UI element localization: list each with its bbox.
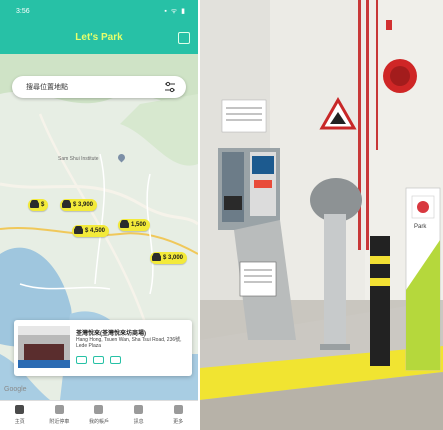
carpark-name: 荃灣悅來(荃灣悅來坊商場) xyxy=(76,331,146,337)
car-icon xyxy=(30,200,39,208)
app-title: Let's Park xyxy=(75,32,123,43)
tab-account[interactable]: 我的帳戶 xyxy=(79,401,119,430)
parking-marker[interactable]: 1,500 xyxy=(118,219,151,231)
car-icon xyxy=(120,220,129,228)
tab-more[interactable]: 更多 xyxy=(158,401,198,430)
more-icon xyxy=(173,405,183,414)
status-time: 3:56 xyxy=(16,8,30,15)
marker-price: $ 4,500 xyxy=(85,228,106,234)
user-icon xyxy=(94,405,104,414)
home-icon xyxy=(15,405,25,414)
car-icon xyxy=(152,253,161,261)
marker-price: $ 3,900 xyxy=(73,202,94,208)
marker-price: 1,500 xyxy=(131,222,147,228)
phone-screenshot: 3:56 ▪ ᯤ ▮ Let's Park 搜尋位置地點 Sam Shui In… xyxy=(0,0,198,430)
parking-marker[interactable]: $ xyxy=(28,199,49,211)
filter-icon[interactable] xyxy=(164,81,176,93)
map-poi-label: Sam Shui Institute xyxy=(58,156,99,162)
status-icons: ▪ ᯤ ▮ xyxy=(164,8,186,15)
bottom-nav: 主頁 附近停車 我的帳戶 訊息 更多 xyxy=(0,400,198,430)
kiosk-brand: Park xyxy=(414,224,427,230)
car-icon xyxy=(76,356,87,364)
status-bar: 3:56 ▪ ᯤ ▮ xyxy=(0,0,198,24)
tab-home[interactable]: 主頁 xyxy=(0,401,40,430)
carpark-photo xyxy=(18,326,70,368)
car-icon xyxy=(93,356,104,364)
google-logo: Google xyxy=(4,386,27,393)
search-placeholder: 搜尋位置地點 xyxy=(26,84,68,91)
tab-messages[interactable]: 訊息 xyxy=(119,401,159,430)
mail-icon xyxy=(134,405,144,414)
car-icon xyxy=(74,226,83,234)
list-view-icon[interactable] xyxy=(178,32,190,44)
carpark-photo-scene: Park xyxy=(200,0,443,430)
carpark-card[interactable]: 荃灣悅來(荃灣悅來坊商場) Hang Hong, Tsuen Wan, Sha … xyxy=(14,320,192,376)
car-icon xyxy=(110,356,121,364)
parking-marker[interactable]: $ 4,500 xyxy=(72,225,110,237)
parking-marker[interactable]: $ 3,900 xyxy=(60,199,98,211)
carpark-scene xyxy=(200,0,443,430)
car-icon xyxy=(62,200,71,208)
app-header: Let's Park xyxy=(0,24,198,54)
parking-marker[interactable]: $ 3,000 xyxy=(150,252,188,264)
carpark-address: Hang Hong, Tsuen Wan, Sha Tsui Road, 236… xyxy=(76,337,182,349)
marker-price: $ 3,000 xyxy=(163,255,184,261)
marker-price: $ xyxy=(41,202,45,208)
parking-icon xyxy=(54,405,64,414)
search-bar[interactable]: 搜尋位置地點 xyxy=(12,76,186,98)
tab-nearby[interactable]: 附近停車 xyxy=(40,401,80,430)
vehicle-type-icons xyxy=(76,356,121,364)
